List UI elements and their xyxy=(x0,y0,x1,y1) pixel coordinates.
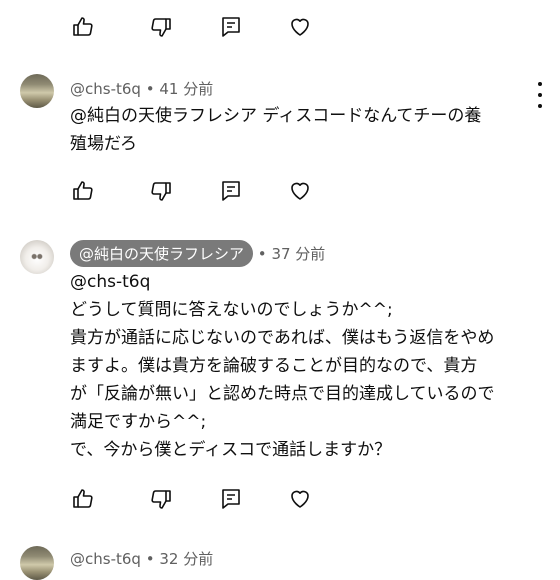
thumb-up-icon xyxy=(73,17,93,36)
reply-icon xyxy=(222,17,240,37)
thumb-up-icon xyxy=(73,181,93,200)
comment-line: 満足ですから^^; xyxy=(70,412,207,432)
comment-time: 37 分前 xyxy=(271,245,326,263)
comment-author[interactable]: @chs-t6q xyxy=(70,550,141,568)
heart-icon xyxy=(291,18,309,36)
comment-meta: @chs-t6q • 32 分前 xyxy=(70,548,213,569)
comment-line: どうして質問に答えないのでしょうか^^; xyxy=(70,300,393,320)
comment-line: @chs-t6q xyxy=(70,272,151,292)
reply-button[interactable] xyxy=(216,484,246,514)
comment-line: が「反論が無い」と認めた時点で目的達成しているので xyxy=(70,384,495,404)
dislike-button[interactable] xyxy=(146,176,176,206)
reply-button[interactable] xyxy=(216,176,246,206)
comment-line: ますよ。僕は貴方を論破することが目的なので、貴方 xyxy=(70,356,478,376)
action-bar xyxy=(0,478,560,518)
avatar[interactable] xyxy=(20,74,54,108)
like-button[interactable] xyxy=(68,12,98,42)
action-bar xyxy=(0,6,560,46)
thumb-down-icon xyxy=(151,18,171,37)
avatar[interactable] xyxy=(20,546,54,580)
like-button[interactable] xyxy=(68,484,98,514)
like-button[interactable] xyxy=(68,176,98,206)
comment-line: 貴方が通話に応じないのであれば、僕はもう返信をやめ xyxy=(70,328,495,348)
thumb-up-icon xyxy=(73,489,93,508)
comment-line: @純白の天使ラフレシア ディスコードなんてチーの養 xyxy=(70,106,482,126)
comment-text: @chs-t6q どうして質問に答えないのでしょうか^^; 貴方が通話に応じない… xyxy=(70,268,540,464)
heart-button[interactable] xyxy=(285,484,315,514)
comment-meta: @純白の天使ラフレシア • 37 分前 xyxy=(70,240,325,267)
more-vert-icon xyxy=(538,82,542,86)
thumb-down-icon xyxy=(151,490,171,509)
heart-icon xyxy=(291,490,309,508)
heart-button[interactable] xyxy=(285,176,315,206)
reply-button[interactable] xyxy=(216,12,246,42)
reply-icon xyxy=(222,181,240,201)
comment-author[interactable]: @chs-t6q xyxy=(70,80,141,98)
author-chip[interactable]: @純白の天使ラフレシア xyxy=(70,240,254,267)
comment-line: 殖場だろ xyxy=(70,134,137,154)
dislike-button[interactable] xyxy=(146,12,176,42)
heart-button[interactable] xyxy=(285,12,315,42)
reply-icon xyxy=(222,489,240,509)
thumb-down-icon xyxy=(151,182,171,201)
comment-time: 32 分前 xyxy=(159,550,214,568)
dislike-button[interactable] xyxy=(146,484,176,514)
action-bar xyxy=(0,170,560,210)
meta-separator: • xyxy=(257,245,267,263)
avatar[interactable] xyxy=(20,240,54,274)
comment-text: @純白の天使ラフレシア ディスコードなんてチーの養 殖場だろ xyxy=(70,102,540,158)
comment-time: 41 分前 xyxy=(159,80,214,98)
heart-icon xyxy=(291,182,309,200)
meta-separator: • xyxy=(145,550,155,568)
comment-meta: @chs-t6q • 41 分前 xyxy=(70,78,213,99)
comment-line: で、今から僕とディスコで通話しますか？ xyxy=(70,440,392,460)
meta-separator: • xyxy=(145,80,155,98)
more-vert-dot xyxy=(538,93,542,97)
